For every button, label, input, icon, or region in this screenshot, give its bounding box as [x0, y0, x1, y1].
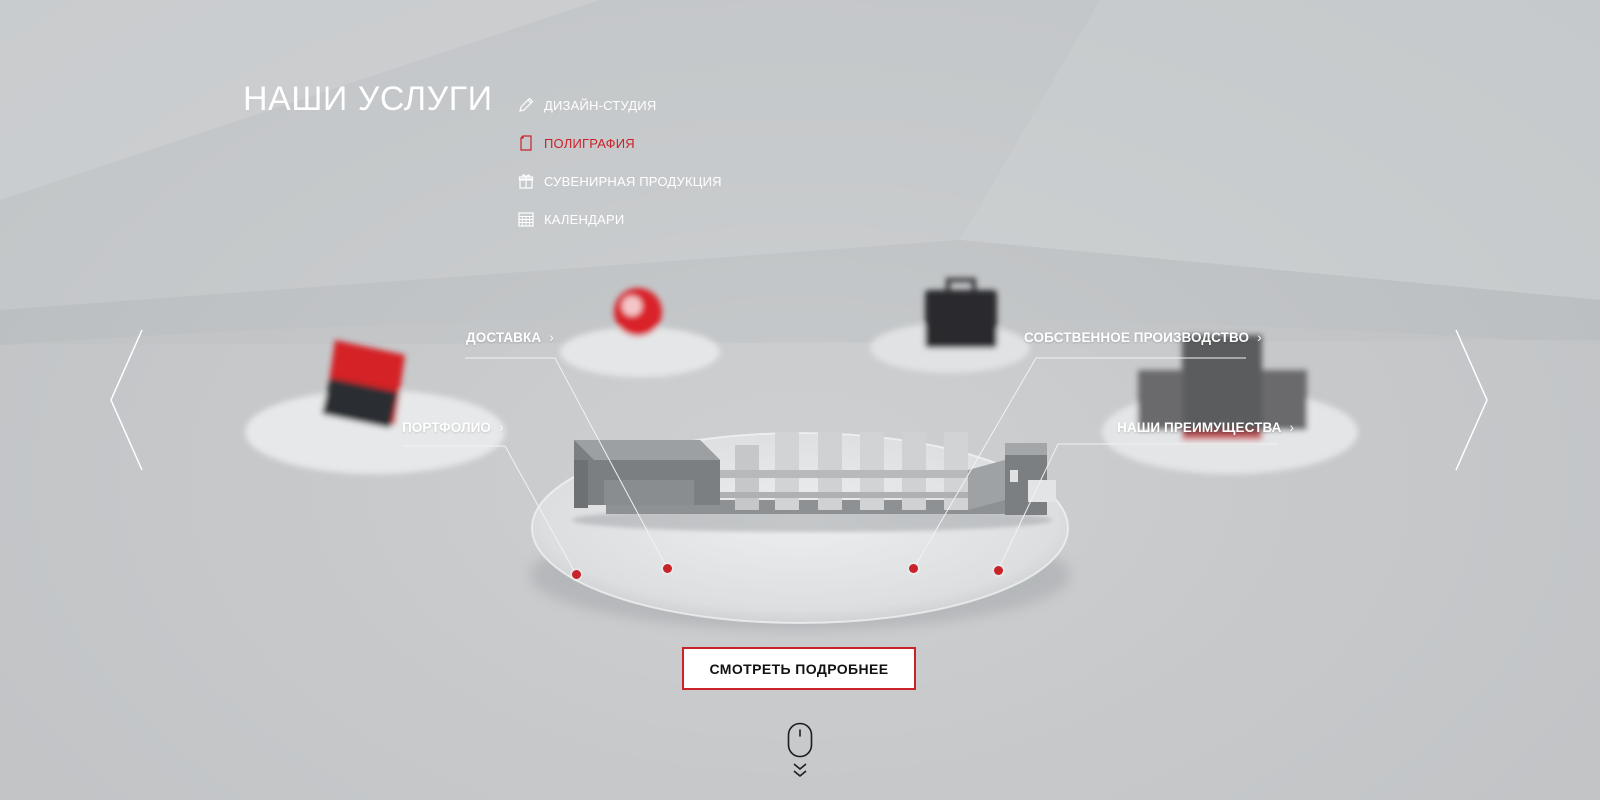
gift-icon [517, 172, 535, 190]
view-details-button[interactable]: СМОТРЕТЬ ПОДРОБНЕЕ [682, 647, 916, 690]
hotspot-dot-advantages[interactable] [994, 566, 1003, 575]
chevron-right-icon: › [1289, 420, 1295, 435]
hotspot-label: СОБСТВЕННОЕ ПРОИЗВОДСТВО [1024, 330, 1250, 345]
hotspot-portfolio-link[interactable]: ПОРТФОЛИО › [402, 420, 504, 435]
chevron-right-icon [1455, 329, 1488, 471]
pencil-icon [517, 96, 535, 114]
menu-item-calendars[interactable]: КАЛЕНДАРИ [517, 200, 722, 238]
hotspot-dot-production[interactable] [909, 564, 918, 573]
hotspot-advantages-link[interactable]: НАШИ ПРЕИМУЩЕСТВА › [1117, 420, 1294, 435]
chevron-right-icon: › [499, 420, 504, 435]
mouse-scroll-icon [787, 722, 813, 778]
hotspot-label: ПОРТФОЛИО [402, 420, 492, 435]
menu-item-souvenirs[interactable]: СУВЕНИРНАЯ ПРОДУКЦИЯ [517, 162, 722, 200]
carousel-prev-button[interactable] [108, 328, 146, 472]
document-icon [517, 134, 535, 152]
menu-item-label: ПОЛИГРАФИЯ [544, 135, 635, 151]
menu-item-design-studio[interactable]: ДИЗАЙН-СТУДИЯ [517, 86, 722, 124]
menu-item-label: ДИЗАЙН-СТУДИЯ [544, 97, 657, 113]
hotspot-label: ДОСТАВКА [466, 330, 542, 345]
calendar-icon [517, 210, 535, 228]
menu-item-label: СУВЕНИРНАЯ ПРОДУКЦИЯ [544, 173, 722, 189]
chevron-left-icon [110, 329, 143, 471]
hotspot-dot-delivery[interactable] [663, 564, 672, 573]
hotspot-dot-portfolio[interactable] [572, 570, 581, 579]
menu-item-printing[interactable]: ПОЛИГРАФИЯ [517, 124, 722, 162]
hotspot-production-link[interactable]: СОБСТВЕННОЕ ПРОИЗВОДСТВО › [1024, 330, 1262, 345]
scroll-down-hint[interactable] [786, 722, 814, 782]
carousel-next-button[interactable] [1452, 328, 1490, 472]
chevron-right-icon: › [1257, 330, 1262, 345]
hotspot-delivery-link[interactable]: ДОСТАВКА › [466, 330, 554, 345]
chevron-right-icon: › [549, 330, 554, 345]
services-menu: ДИЗАЙН-СТУДИЯ ПОЛИГРАФИЯ СУВЕНИРНАЯ ПРОД… [517, 86, 722, 238]
section-title: НАШИ УСЛУГИ [243, 80, 493, 118]
menu-item-label: КАЛЕНДАРИ [544, 211, 625, 227]
hotspot-label: НАШИ ПРЕИМУЩЕСТВА [1117, 420, 1282, 435]
